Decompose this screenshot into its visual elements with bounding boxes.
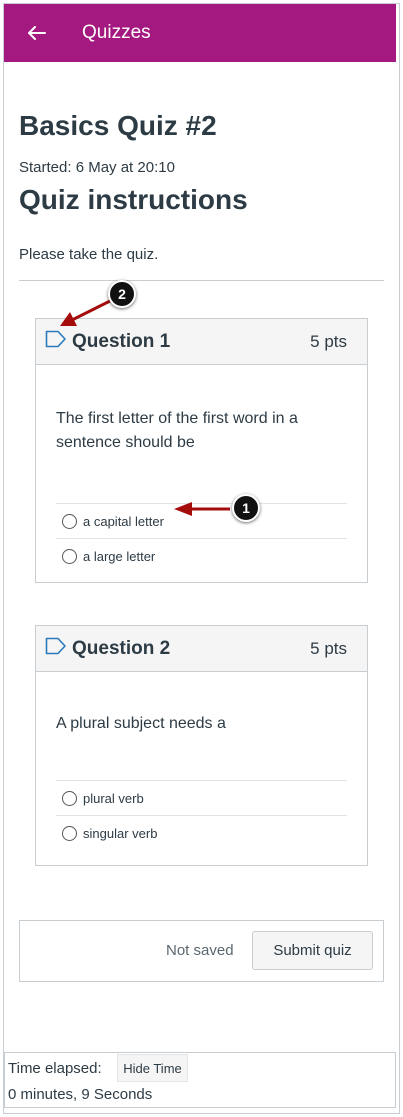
annotation-arrows <box>60 299 230 516</box>
callout-2-arrow-line <box>71 299 111 322</box>
callout-badge-1: 1 <box>232 494 260 522</box>
callout-badge-2: 2 <box>108 280 136 308</box>
callout-1-arrowhead <box>174 502 192 516</box>
